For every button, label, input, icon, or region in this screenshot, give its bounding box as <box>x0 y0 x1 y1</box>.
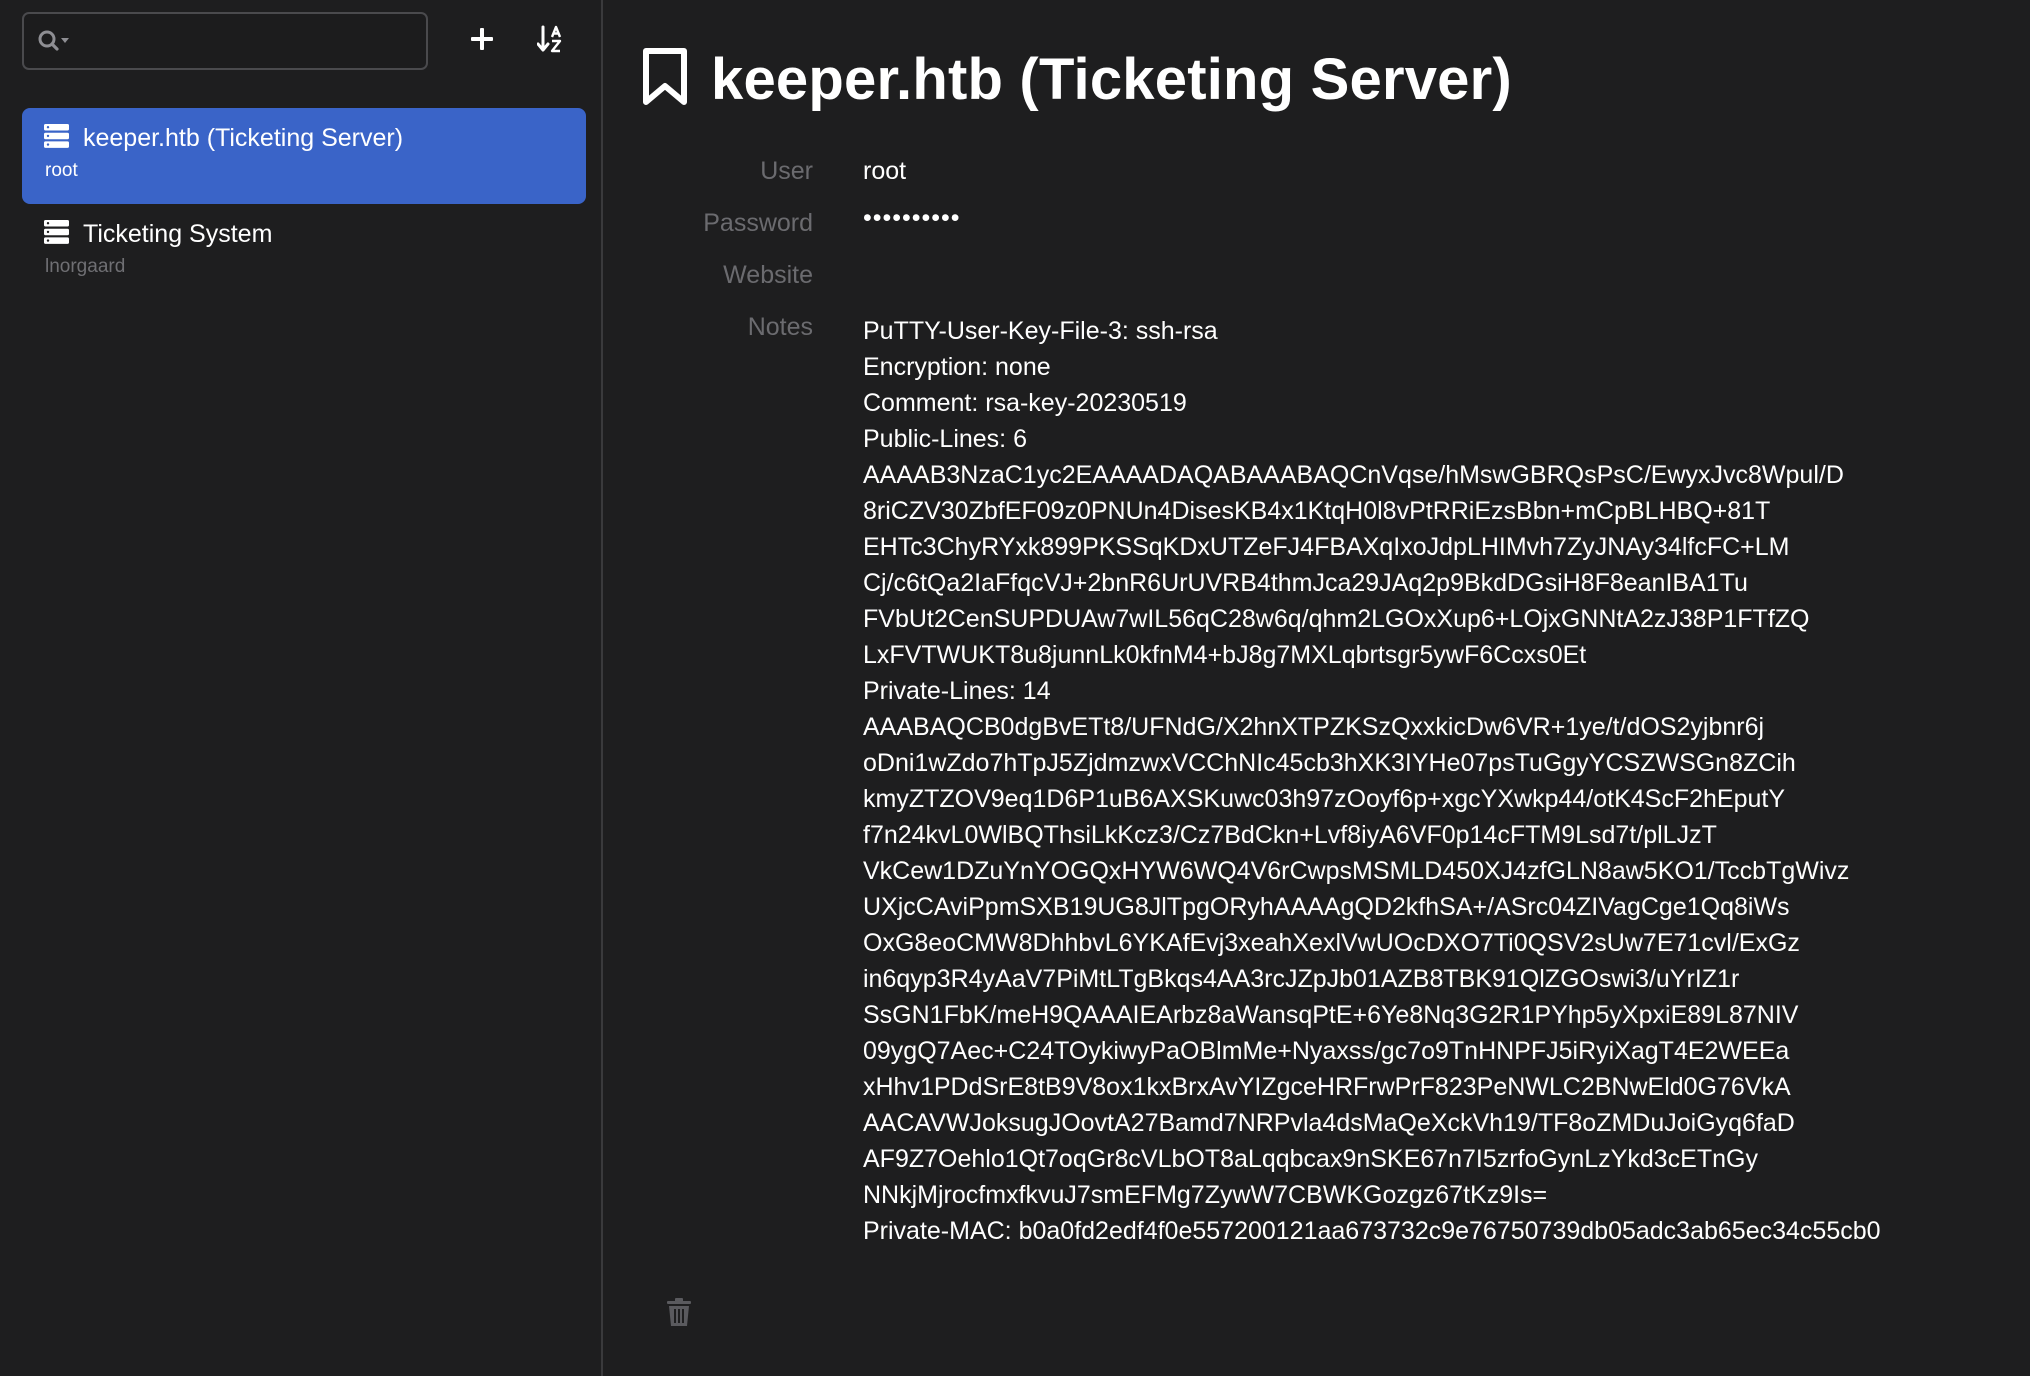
notes-line: UXjcCAviPpmSXB19UG8JlTpgORyhAAAAgQD2kfhS… <box>863 893 1790 921</box>
password-label: Password <box>703 209 813 237</box>
sidebar-entry-ticketing-system[interactable]: Ticketing System lnorgaard <box>22 204 586 300</box>
app-window: keeper.htb (Ticketing Server) root Ticke… <box>0 0 2030 1376</box>
notes-line: in6qyp3R4yAaV7PiMtLTgBkqs4AA3rcJZpJb01AZ… <box>863 965 1740 993</box>
user-label: User <box>760 157 813 185</box>
search-field[interactable] <box>22 12 428 70</box>
entry-detail-pane: keeper.htb (Ticketing Server) User root … <box>603 0 2030 1376</box>
notes-line: AF9Z7Oehlo1Qt7oqGr8cVLbOT8aLqqbcax9nSKE6… <box>863 1145 1758 1173</box>
sidebar-entry-username: root <box>45 160 78 181</box>
notes-line: Public-Lines: 6 <box>863 425 1027 453</box>
add-entry-button[interactable] <box>459 18 505 64</box>
notes-line: NNkjMjrocfmxfkvuJ7smEFMg7ZywW7CBWKGozgz6… <box>863 1181 1548 1209</box>
trash-icon <box>667 1298 691 1330</box>
notes-line: 8riCZV30ZbfEF09z0PNUn4DisesKB4x1KtqH0l8v… <box>863 497 1771 525</box>
notes-line: AAAAB3NzaC1yc2EAAAADAQABAAABAQCnVqse/hMs… <box>863 461 1844 489</box>
notes-line: SsGN1FbK/meH9QAAAIEArbz8aWansqPtE+6Ye8Nq… <box>863 1001 1799 1029</box>
notes-line: 09ygQ7Aec+C24TOykiwyPaOBlmMe+Nyaxss/gc7o… <box>863 1037 1790 1065</box>
notes-line: AACAVWJoksugJOovtA27Bamd7NRPvla4dsMaQeXc… <box>863 1109 1795 1137</box>
password-value[interactable]: •••••••••• <box>863 204 961 233</box>
sidebar-entry-title: keeper.htb (Ticketing Server) <box>83 124 404 152</box>
user-value[interactable]: root <box>863 157 906 186</box>
sidebar-entry-keeper-htb[interactable]: keeper.htb (Ticketing Server) root <box>22 108 586 204</box>
notes-line: OxG8eoCMW8DhhbvL6YKAfEvj3xeahXexlVwUOcDX… <box>863 929 1800 957</box>
notes-line: f7n24kvL0WlBQThsiLkKcz3/Cz7BdCkn+Lvf8iyA… <box>863 821 1717 849</box>
website-label: Website <box>723 261 813 289</box>
sort-alpha-icon <box>536 24 565 59</box>
notes-line: kmyZTZOV9eq1D6P1uB6AXSKuwc03h97zOoyf6p+x… <box>863 785 1786 813</box>
notes-line: VkCew1DZuYnYOGQxHYW6WQ4V6rCwpsMSMLD450XJ… <box>863 857 1850 885</box>
notes-line: Encryption: none <box>863 353 1051 381</box>
search-icon[interactable] <box>36 27 72 55</box>
notes-line: AAABAQCB0dgBvETt8/UFNdG/X2hnXTPZKSzQxxki… <box>863 713 1765 741</box>
search-input[interactable] <box>72 13 426 69</box>
plus-icon <box>469 26 495 57</box>
notes-line: Comment: rsa-key-20230519 <box>863 389 1187 417</box>
notes-line: Private-MAC: b0a0fd2edf4f0e557200121aa67… <box>863 1217 1881 1245</box>
page-title: keeper.htb (Ticketing Server) <box>711 47 1512 112</box>
notes-line: PuTTY-User-Key-File-3: ssh-rsa <box>863 317 1218 345</box>
sidebar: keeper.htb (Ticketing Server) root Ticke… <box>0 0 603 1376</box>
notes-line: LxFVTWUKT8u8junnLk0kfnM4+bJ8g7MXLqbrtsgr… <box>863 641 1587 669</box>
delete-entry-button[interactable] <box>667 1298 699 1332</box>
notes-line: EHTc3ChyRYxk899PKSSqKDxUTZeFJ4FBAXqIxoJd… <box>863 533 1790 561</box>
sort-button[interactable] <box>528 18 574 64</box>
sidebar-entry-username: lnorgaard <box>45 256 126 277</box>
notes-line: Cj/c6tQa2IaFfqcVJ+2bnR6UrUVRB4thmJca29JA… <box>863 569 1748 597</box>
sidebar-entry-title: Ticketing System <box>83 220 273 248</box>
notes-line: FVbUt2CenSUPDUAw7wIL56qC28w6q/qhm2LGOxXu… <box>863 605 1810 633</box>
server-icon <box>44 220 69 249</box>
server-icon <box>44 124 69 153</box>
detail-header: keeper.htb (Ticketing Server) <box>641 46 1512 113</box>
notes-line: Private-Lines: 14 <box>863 677 1051 705</box>
bookmark-icon <box>641 47 689 112</box>
notes-line: oDni1wZdo7hTpJ5ZjdmzwxVCChNIc45cb3hXK3IY… <box>863 749 1796 777</box>
notes-line: xHhv1PDdSrE8tB9V8ox1kxBrxAvYIZgceHRFrwPr… <box>863 1073 1791 1101</box>
notes-value[interactable]: PuTTY-User-Key-File-3: ssh-rsa Encryption… <box>863 313 1881 1249</box>
notes-label: Notes <box>747 313 813 341</box>
